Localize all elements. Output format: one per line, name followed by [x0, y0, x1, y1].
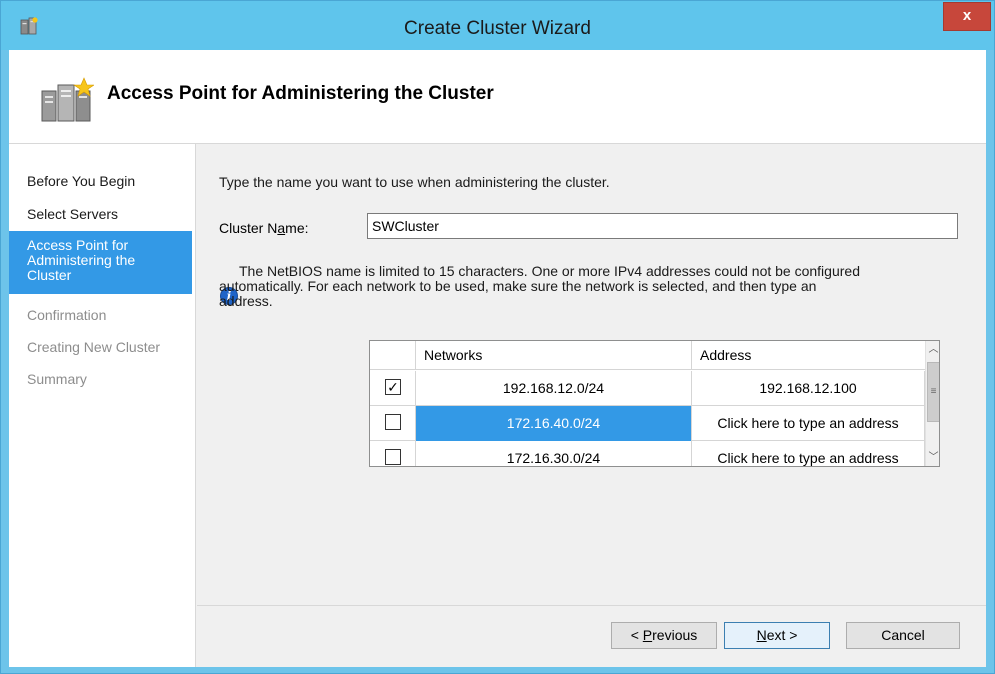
- grid-header: Networks Address: [370, 341, 925, 370]
- netbios-notice: The NetBIOS name is limited to 15 charac…: [219, 264, 979, 309]
- network-cell[interactable]: 172.16.30.0/24: [416, 441, 692, 466]
- step-select-servers[interactable]: Select Servers: [9, 207, 192, 225]
- cancel-button[interactable]: Cancel: [846, 622, 960, 649]
- table-row[interactable]: ✓ 192.168.12.0/24 192.168.12.100: [370, 371, 925, 406]
- previous-button[interactable]: < Previous: [611, 622, 717, 649]
- cluster-name-label: Cluster Name:: [219, 220, 309, 236]
- header-check-column: [370, 341, 416, 370]
- page-title: Access Point for Administering the Clust…: [107, 83, 494, 104]
- chevron-up-icon[interactable]: ︿: [926, 341, 939, 358]
- notice-line-1: The NetBIOS name is limited to 15 charac…: [239, 263, 860, 279]
- row-checkbox-cell: [370, 441, 416, 466]
- network-checkbox[interactable]: ✓: [385, 379, 401, 395]
- network-checkbox[interactable]: [385, 449, 401, 465]
- notice-line-3: address.: [219, 293, 273, 309]
- network-checkbox[interactable]: [385, 414, 401, 430]
- row-checkbox-cell: [370, 406, 416, 441]
- scroll-thumb[interactable]: ≡: [927, 362, 939, 422]
- wizard-window: Create Cluster Wizard x Access Point for…: [0, 0, 995, 674]
- chevron-down-icon[interactable]: ﹀: [926, 449, 939, 466]
- address-cell[interactable]: Click here to type an address: [692, 406, 925, 441]
- table-row[interactable]: 172.16.30.0/24 Click here to type an add…: [370, 441, 925, 466]
- address-cell[interactable]: Click here to type an address: [692, 441, 925, 466]
- notice-line-2: automatically. For each network to be us…: [219, 278, 817, 294]
- main-panel: Type the name you want to use when admin…: [197, 144, 986, 667]
- header-networks[interactable]: Networks: [416, 341, 692, 370]
- step-before-you-begin[interactable]: Before You Begin: [9, 174, 192, 192]
- table-row[interactable]: 172.16.40.0/24 Click here to type an add…: [370, 406, 925, 441]
- wizard-steps-nav: Before You Begin Select Servers Access P…: [9, 144, 196, 667]
- close-button[interactable]: x: [943, 2, 991, 31]
- next-button[interactable]: Next >: [724, 622, 830, 649]
- window-title: Create Cluster Wizard: [404, 18, 591, 39]
- cluster-servers-icon: [41, 77, 94, 122]
- wizard-body: Before You Begin Select Servers Access P…: [9, 144, 986, 667]
- title-bar[interactable]: Create Cluster Wizard x: [1, 1, 994, 50]
- grid-scrollbar[interactable]: ︿ ≡ ﹀: [925, 341, 939, 466]
- instruction-text: Type the name you want to use when admin…: [219, 174, 610, 190]
- cluster-name-input[interactable]: [367, 213, 958, 239]
- networks-grid[interactable]: Networks Address ✓ 192.168.12.0/24 192.1…: [369, 340, 940, 467]
- step-summary: Summary: [27, 371, 87, 387]
- wizard-header: Access Point for Administering the Clust…: [9, 50, 986, 144]
- footer-divider: [197, 605, 986, 606]
- network-cell-selected[interactable]: 172.16.40.0/24: [416, 406, 692, 441]
- address-cell[interactable]: 192.168.12.100: [692, 371, 925, 406]
- step-access-point[interactable]: Access Point for Administering the Clust…: [9, 231, 192, 294]
- header-address[interactable]: Address: [692, 341, 925, 370]
- step-creating-new-cluster: Creating New Cluster: [27, 339, 161, 355]
- step-confirmation: Confirmation: [27, 307, 107, 323]
- network-cell[interactable]: 192.168.12.0/24: [416, 371, 692, 406]
- row-checkbox-cell: ✓: [370, 371, 416, 406]
